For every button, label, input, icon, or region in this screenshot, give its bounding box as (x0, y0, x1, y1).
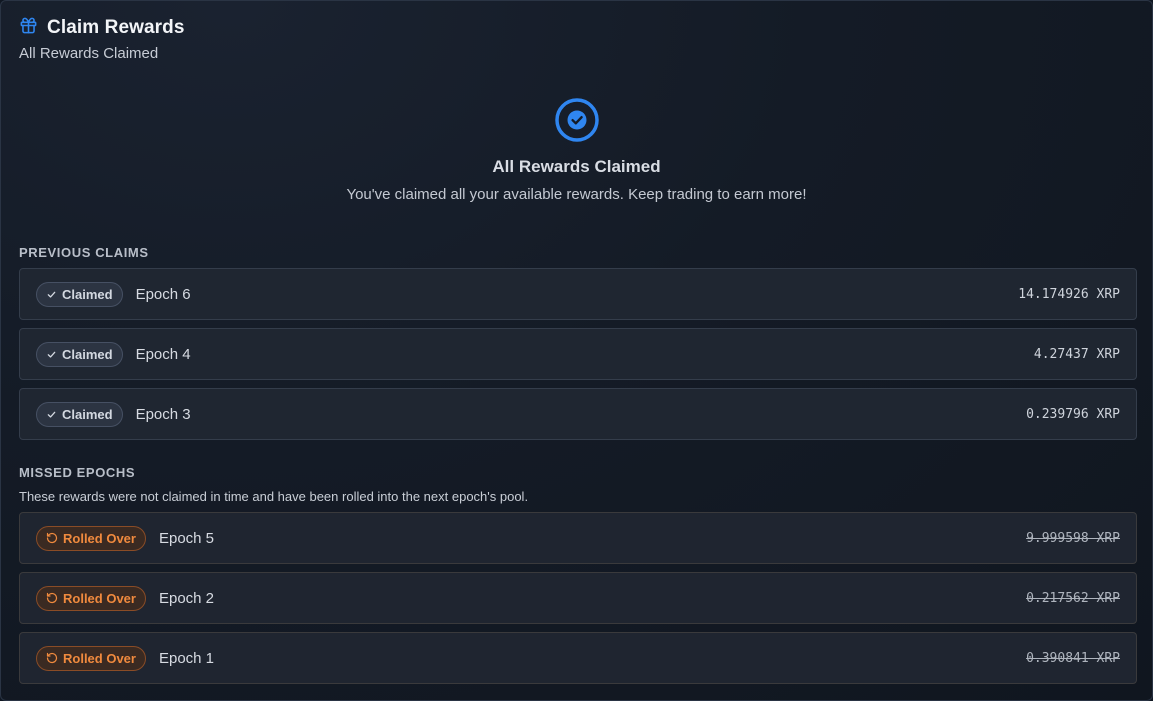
hero-description: You've claimed all your available reward… (346, 186, 807, 203)
claimed-badge: Claimed (36, 341, 123, 367)
gift-icon (19, 16, 38, 40)
reward-amount: 14.174926 XRP (1018, 286, 1120, 302)
epoch-label: Epoch 2 (158, 589, 215, 607)
claim-row: Claimed Epoch 6 14.174926 XRP (19, 268, 1137, 320)
rolled-over-badge: Rolled Over (36, 525, 146, 551)
claimed-badge: Claimed (36, 401, 123, 427)
rotate-ccw-icon (46, 532, 58, 544)
epoch-label: Epoch 3 (135, 405, 191, 423)
missed-epochs-note: These rewards were not claimed in time a… (19, 489, 529, 504)
missed-row: Rolled Over Epoch 2 0.217562 XRP (19, 572, 1137, 624)
forfeited-amount: 9.999598 XRP (1026, 530, 1120, 546)
check-icon (47, 411, 56, 418)
claimed-badge: Claimed (36, 281, 123, 307)
claim-row: Claimed Epoch 3 0.239796 XRP (19, 388, 1137, 440)
reward-amount: 4.27437 XRP (1033, 346, 1120, 362)
check-icon (47, 351, 56, 358)
previous-claims-heading: PREVIOUS CLAIMS (19, 245, 149, 260)
check-circle-icon (554, 97, 600, 143)
check-icon (47, 291, 56, 298)
page-subtitle: All Rewards Claimed (19, 45, 159, 62)
hero-title: All Rewards Claimed (492, 157, 661, 176)
forfeited-amount: 0.217562 XRP (1026, 590, 1120, 606)
missed-row: Rolled Over Epoch 5 9.999598 XRP (19, 512, 1137, 564)
forfeited-amount: 0.390841 XRP (1026, 650, 1120, 666)
epoch-label: Epoch 4 (135, 345, 191, 363)
rotate-ccw-icon (46, 652, 58, 664)
claim-row: Claimed Epoch 4 4.27437 XRP (19, 328, 1137, 380)
rolled-over-badge: Rolled Over (36, 585, 146, 611)
missed-row: Rolled Over Epoch 1 0.390841 XRP (19, 632, 1137, 684)
all-claimed-hero: All Rewards Claimed You've claimed all y… (1, 97, 1152, 203)
epoch-label: Epoch 6 (135, 285, 191, 303)
page-title: Claim Rewards (47, 17, 185, 38)
epoch-label: Epoch 5 (158, 529, 215, 547)
panel-header: Claim Rewards All Rewards Claimed (19, 15, 185, 62)
rotate-ccw-icon (46, 592, 58, 604)
epoch-label: Epoch 1 (158, 649, 215, 667)
missed-epochs-heading: MISSED EPOCHS (19, 465, 136, 480)
claim-rewards-panel: Claim Rewards All Rewards Claimed All Re… (0, 0, 1153, 701)
reward-amount: 0.239796 XRP (1026, 406, 1120, 422)
rolled-over-badge: Rolled Over (36, 645, 146, 671)
